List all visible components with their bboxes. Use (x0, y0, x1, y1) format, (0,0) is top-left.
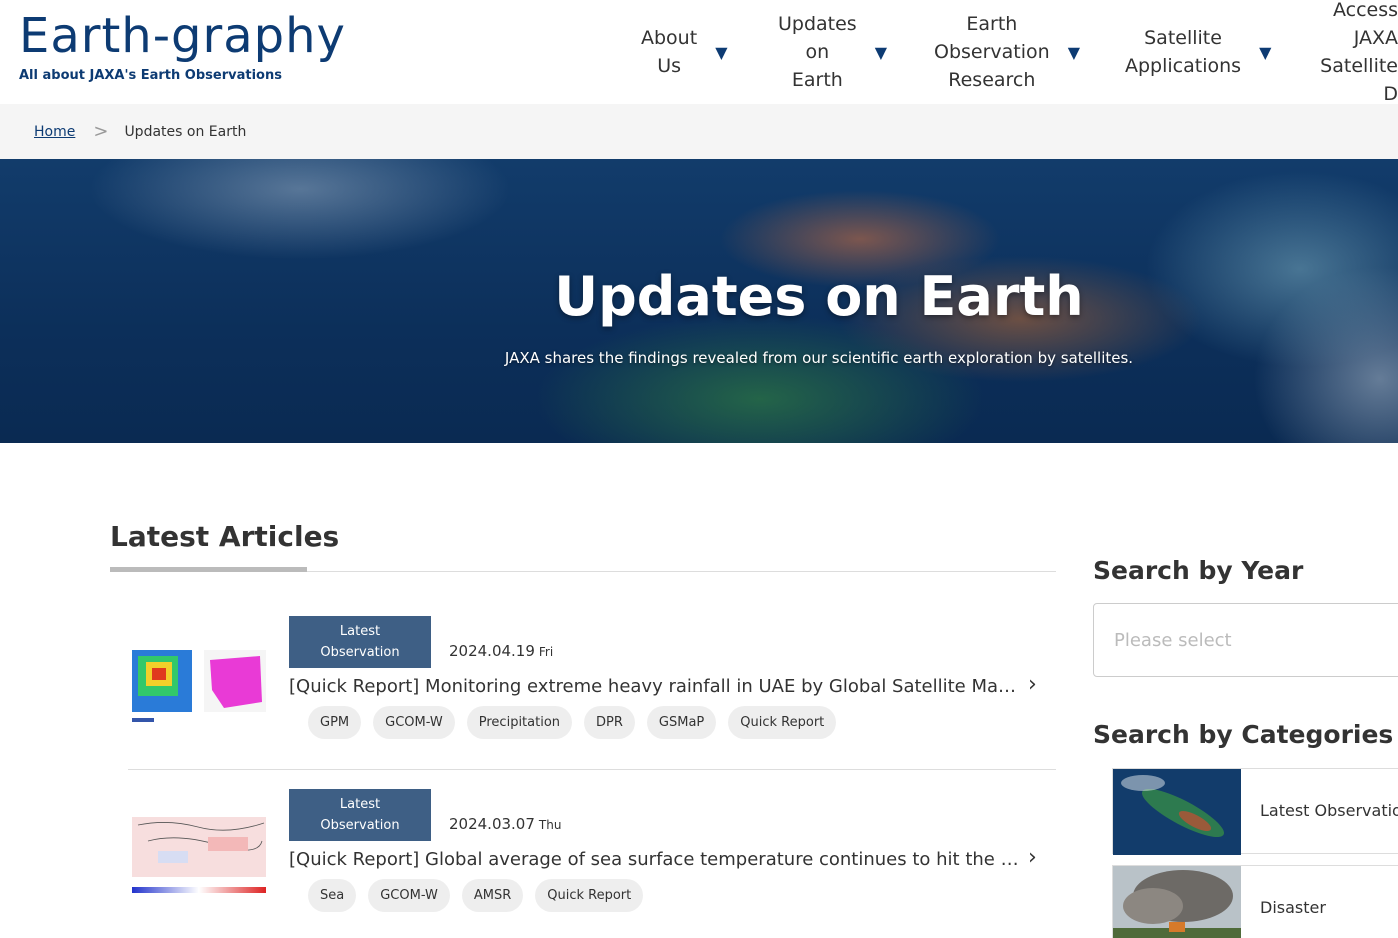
nav-label: Earth Observation Research (934, 13, 1050, 91)
article-day-of-week: Thu (538, 818, 562, 832)
hero-banner: Updates on Earth JAXA shares the finding… (0, 159, 1398, 443)
nav-label: Updates on Earth (778, 13, 857, 91)
article-card[interactable]: Latest Observation 2024.04.19 Fri [Quick … (128, 616, 1056, 770)
chevron-right-icon[interactable]: › (1028, 672, 1037, 697)
site-logo[interactable]: Earth-graphy All about JAXA's Earth Obse… (19, 8, 346, 83)
logo-subtitle: All about JAXA's Earth Observations (19, 68, 282, 83)
nav-about-us[interactable]: About Us ▼ (641, 0, 728, 104)
tag-pill[interactable]: Precipitation (466, 706, 573, 739)
article-title[interactable]: [Quick Report] Global average of sea sur… (289, 849, 1019, 870)
dropdown-arrow-icon: ▼ (715, 42, 728, 62)
article-date-value: 2024.03.07 (449, 815, 535, 833)
search-by-categories-heading: Search by Categories (1093, 720, 1394, 749)
article-day-of-week: Fri (538, 645, 554, 659)
nav-earth-observation-research[interactable]: Earth Observation Research ▼ (934, 0, 1080, 104)
search-by-year-heading: Search by Year (1093, 556, 1304, 585)
article-tags: GPM GCOM-W Precipitation DPR GSMaP Quick… (308, 706, 837, 739)
section-title-latest-articles: Latest Articles (110, 520, 340, 553)
tag-pill[interactable]: AMSR (461, 879, 524, 912)
category-label: Disaster (1260, 898, 1326, 917)
nav-label: Access JAXA Satellite D (1320, 0, 1398, 105)
dropdown-arrow-icon: ▼ (1259, 42, 1272, 62)
article-date: 2024.03.07 Thu (449, 815, 561, 833)
article-thumbnail-rainfall-map (128, 638, 270, 726)
article-divider (128, 769, 1056, 770)
tag-pill[interactable]: DPR (584, 706, 635, 739)
article-date-value: 2024.04.19 (449, 642, 535, 660)
article-title[interactable]: [Quick Report] Monitoring extreme heavy … (289, 676, 1019, 697)
nav-access-jaxa-satellite-data[interactable]: Access JAXA Satellite D (1318, 0, 1398, 105)
category-disaster[interactable]: Disaster (1112, 865, 1398, 938)
page-title: Updates on Earth (554, 265, 1084, 328)
dropdown-arrow-icon: ▼ (874, 42, 888, 62)
section-title-underline (110, 567, 307, 572)
tag-pill[interactable]: Quick Report (535, 879, 644, 912)
category-latest-observation[interactable]: Latest Observation (1112, 768, 1398, 855)
nav-label: Satellite Applications (1125, 27, 1242, 77)
tag-pill[interactable]: Sea (308, 879, 357, 912)
breadcrumb-current: Updates on Earth (124, 123, 247, 140)
nav-satellite-applications[interactable]: Satellite Applications ▼ (1125, 0, 1271, 104)
category-badge: Latest Observation (289, 789, 431, 841)
year-select[interactable]: Please select (1093, 603, 1398, 677)
site-header: Earth-graphy All about JAXA's Earth Obse… (0, 0, 1398, 105)
breadcrumb-home-link[interactable]: Home (34, 124, 75, 140)
article-tags: Sea GCOM-W AMSR Quick Report (308, 879, 644, 912)
category-thumbnail-disaster (1113, 866, 1241, 938)
tag-pill[interactable]: Quick Report (728, 706, 837, 739)
tag-pill[interactable]: GSMaP (646, 706, 717, 739)
article-date: 2024.04.19 Fri (449, 642, 553, 660)
tag-pill[interactable]: GPM (308, 706, 362, 739)
category-badge: Latest Observation (289, 616, 431, 668)
category-label: Latest Observation (1260, 801, 1398, 820)
nav-label: About Us (641, 27, 698, 77)
article-thumbnail-sst-map (128, 811, 270, 899)
article-card[interactable]: Latest Observation 2024.03.07 Thu [Quick … (128, 789, 1056, 938)
chevron-right-icon: > (93, 121, 109, 142)
breadcrumb: Home > Updates on Earth (0, 104, 1398, 159)
tag-pill[interactable]: GCOM-W (368, 879, 450, 912)
dropdown-arrow-icon: ▼ (1067, 42, 1081, 62)
nav-updates-on-earth[interactable]: Updates on Earth ▼ (778, 0, 887, 104)
page-subtitle: JAXA shares the findings revealed from o… (504, 349, 1134, 367)
chevron-right-icon[interactable]: › (1028, 845, 1037, 870)
tag-pill[interactable]: GCOM-W (373, 706, 455, 739)
logo-title: Earth-graphy (19, 8, 346, 64)
category-thumbnail-earth (1113, 769, 1241, 855)
